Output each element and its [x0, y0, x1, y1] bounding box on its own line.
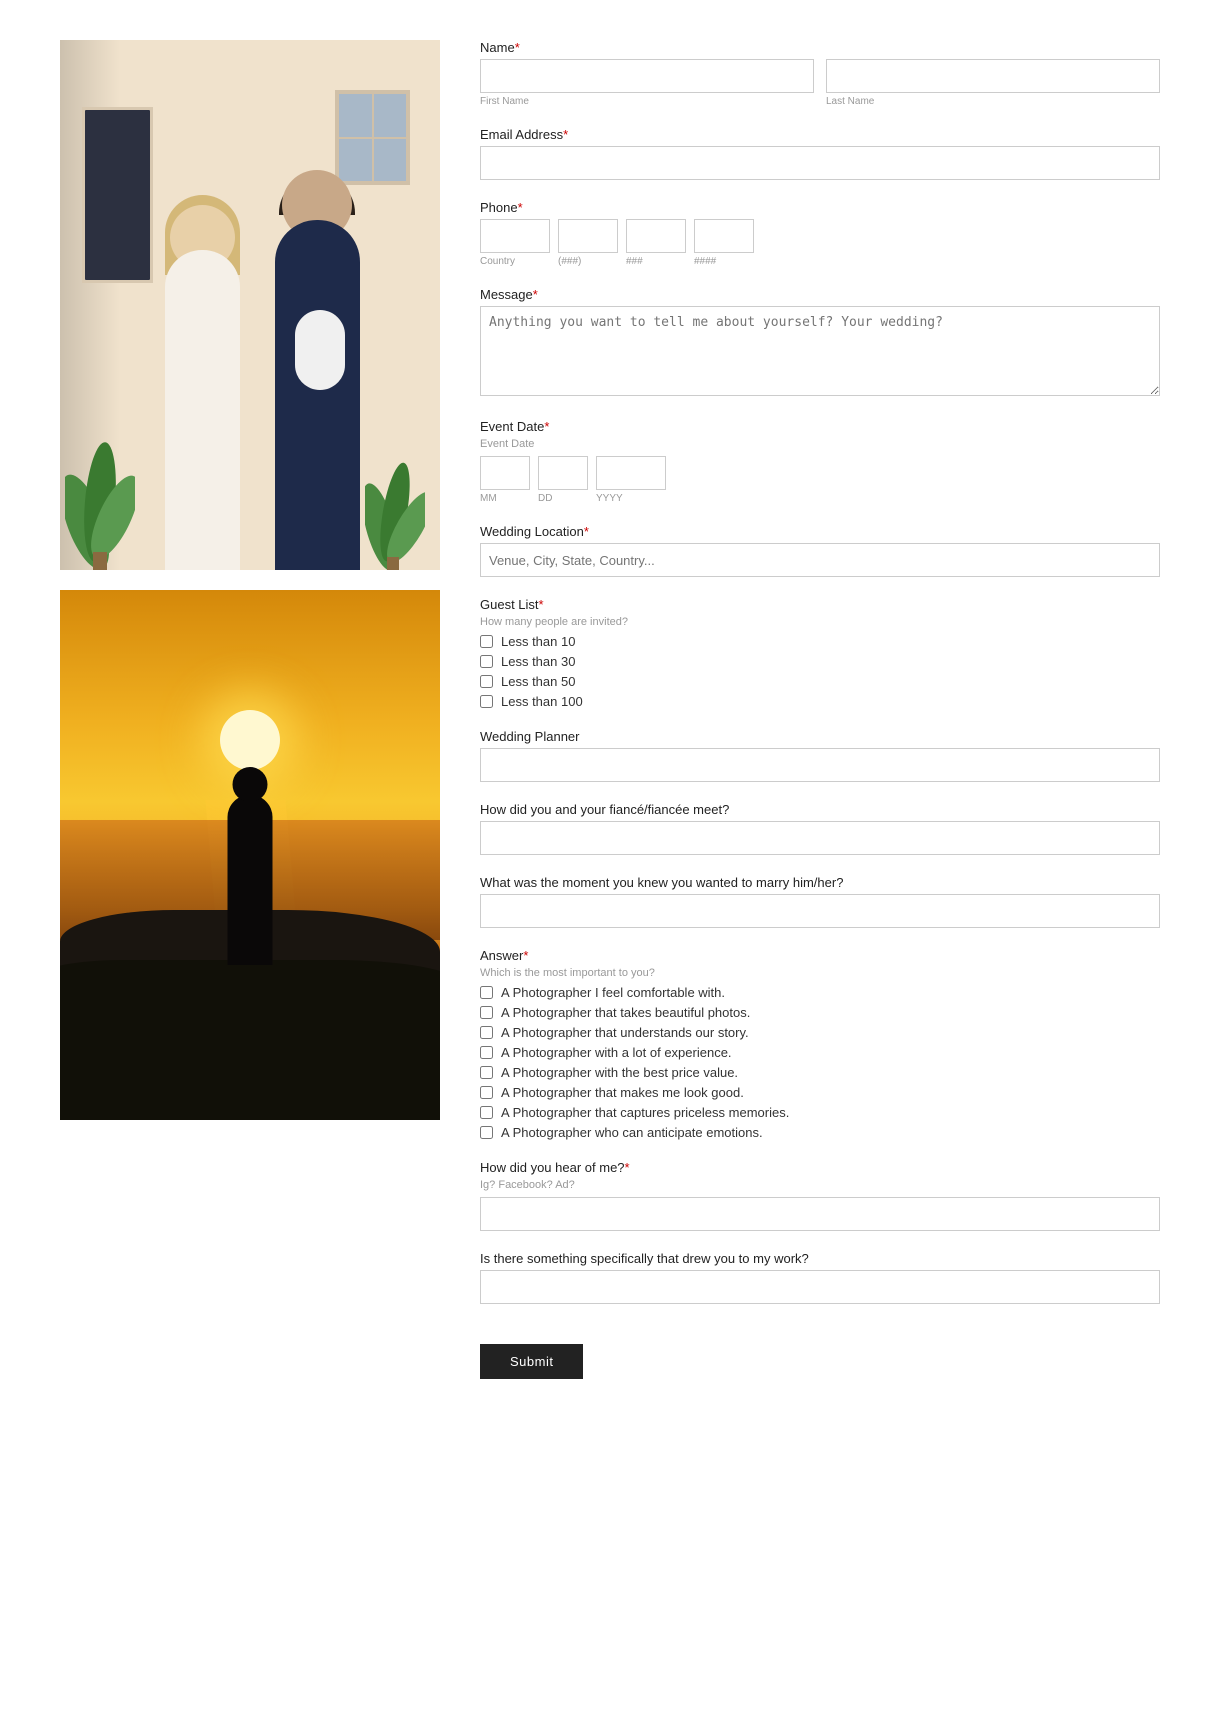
guest-list-section: Guest List* How many people are invited?…: [480, 597, 1160, 709]
submit-section: Submit: [480, 1324, 1160, 1379]
answer-checkbox-experience[interactable]: [480, 1046, 493, 1059]
name-label: Name*: [480, 40, 1160, 55]
wedding-planner-section: Wedding Planner: [480, 729, 1160, 782]
guest-option-30[interactable]: Less than 30: [480, 654, 1160, 669]
phone-end-label: ####: [694, 256, 754, 267]
bottom-photo: [60, 590, 440, 1120]
phone-label: Phone*: [480, 200, 1160, 215]
hear-sublabel: Ig? Facebook? Ad?: [480, 1179, 1160, 1191]
fiance-meet-section: How did you and your fiancé/fiancée meet…: [480, 802, 1160, 855]
hear-input[interactable]: [480, 1197, 1160, 1231]
answer-option-comfortable[interactable]: A Photographer I feel comfortable with.: [480, 985, 1160, 1000]
fiance-meet-label: How did you and your fiancé/fiancée meet…: [480, 802, 1160, 817]
email-label: Email Address*: [480, 127, 1160, 142]
drew-section: Is there something specifically that dre…: [480, 1251, 1160, 1304]
answer-checkbox-emotions[interactable]: [480, 1126, 493, 1139]
date-dd-label: DD: [538, 493, 588, 504]
answer-option-beautiful[interactable]: A Photographer that takes beautiful phot…: [480, 1005, 1160, 1020]
date-row: [480, 456, 1160, 490]
drew-input[interactable]: [480, 1270, 1160, 1304]
event-date-label: Event Date*: [480, 419, 1160, 434]
left-photo-column: [60, 40, 440, 1680]
date-mm-label: MM: [480, 493, 530, 504]
last-name-input[interactable]: [826, 59, 1160, 93]
answer-checkbox-comfortable[interactable]: [480, 986, 493, 999]
date-mm-input[interactable]: [480, 456, 530, 490]
marry-moment-label: What was the moment you knew you wanted …: [480, 875, 1160, 890]
answer-label: Answer*: [480, 948, 1160, 963]
guest-checkbox-100[interactable]: [480, 695, 493, 708]
answer-checkbox-story[interactable]: [480, 1026, 493, 1039]
wedding-location-section: Wedding Location*: [480, 524, 1160, 577]
email-section: Email Address*: [480, 127, 1160, 180]
answer-option-memories[interactable]: A Photographer that captures priceless m…: [480, 1105, 1160, 1120]
first-name-label: First Name: [480, 96, 814, 107]
wedding-planner-label: Wedding Planner: [480, 729, 1160, 744]
guest-checkbox-10[interactable]: [480, 635, 493, 648]
marry-moment-section: What was the moment you knew you wanted …: [480, 875, 1160, 928]
guest-option-50[interactable]: Less than 50: [480, 674, 1160, 689]
answer-checkboxes: A Photographer I feel comfortable with. …: [480, 985, 1160, 1140]
date-yyyy-input[interactable]: [596, 456, 666, 490]
answer-checkbox-look[interactable]: [480, 1086, 493, 1099]
last-name-field: Last Name: [826, 59, 1160, 107]
phone-area-input[interactable]: [558, 219, 618, 253]
phone-section: Phone* Country (###) ### ####: [480, 200, 1160, 267]
wedding-location-label: Wedding Location*: [480, 524, 1160, 539]
guest-checkbox-30[interactable]: [480, 655, 493, 668]
answer-option-look[interactable]: A Photographer that makes me look good.: [480, 1085, 1160, 1100]
fiance-meet-input[interactable]: [480, 821, 1160, 855]
event-date-section: Event Date* Event Date MM DD YYYY: [480, 419, 1160, 504]
answer-sublabel: Which is the most important to you?: [480, 967, 1160, 979]
hear-label: How did you hear of me?*: [480, 1160, 1160, 1175]
guest-option-10[interactable]: Less than 10: [480, 634, 1160, 649]
guest-checkbox-50[interactable]: [480, 675, 493, 688]
answer-option-price[interactable]: A Photographer with the best price value…: [480, 1065, 1160, 1080]
answer-checkbox-beautiful[interactable]: [480, 1006, 493, 1019]
message-label: Message*: [480, 287, 1160, 302]
contact-form: Name* First Name Last Name Email Address…: [480, 40, 1160, 1680]
guest-option-100[interactable]: Less than 100: [480, 694, 1160, 709]
phone-labels: Country (###) ### ####: [480, 256, 1160, 267]
phone-row: [480, 219, 1160, 253]
message-section: Message*: [480, 287, 1160, 399]
last-name-label: Last Name: [826, 96, 1160, 107]
date-labels: MM DD YYYY: [480, 493, 1160, 504]
guest-list-label: Guest List*: [480, 597, 1160, 612]
answer-section: Answer* Which is the most important to y…: [480, 948, 1160, 1140]
marry-moment-input[interactable]: [480, 894, 1160, 928]
first-name-input[interactable]: [480, 59, 814, 93]
first-name-field: First Name: [480, 59, 814, 107]
answer-option-experience[interactable]: A Photographer with a lot of experience.: [480, 1045, 1160, 1060]
date-yyyy-label: YYYY: [596, 493, 666, 504]
phone-end-input[interactable]: [694, 219, 754, 253]
phone-country-input[interactable]: [480, 219, 550, 253]
date-dd-input[interactable]: [538, 456, 588, 490]
phone-area-label: (###): [558, 256, 618, 267]
name-section: Name* First Name Last Name: [480, 40, 1160, 107]
email-input[interactable]: [480, 146, 1160, 180]
message-textarea[interactable]: [480, 306, 1160, 396]
guest-list-checkboxes: Less than 10 Less than 30 Less than 50 L…: [480, 634, 1160, 709]
phone-mid-input[interactable]: [626, 219, 686, 253]
answer-checkbox-memories[interactable]: [480, 1106, 493, 1119]
wedding-location-input[interactable]: [480, 543, 1160, 577]
wedding-planner-input[interactable]: [480, 748, 1160, 782]
top-photo: [60, 40, 440, 570]
answer-option-emotions[interactable]: A Photographer who can anticipate emotio…: [480, 1125, 1160, 1140]
submit-button[interactable]: Submit: [480, 1344, 583, 1379]
phone-country-label: Country: [480, 256, 550, 267]
name-row: First Name Last Name: [480, 59, 1160, 107]
phone-mid-label: ###: [626, 256, 686, 267]
answer-option-story[interactable]: A Photographer that understands our stor…: [480, 1025, 1160, 1040]
hear-section: How did you hear of me?* Ig? Facebook? A…: [480, 1160, 1160, 1231]
drew-label: Is there something specifically that dre…: [480, 1251, 1160, 1266]
guest-list-sublabel: How many people are invited?: [480, 616, 1160, 628]
event-date-sublabel: Event Date: [480, 438, 1160, 450]
answer-checkbox-price[interactable]: [480, 1066, 493, 1079]
